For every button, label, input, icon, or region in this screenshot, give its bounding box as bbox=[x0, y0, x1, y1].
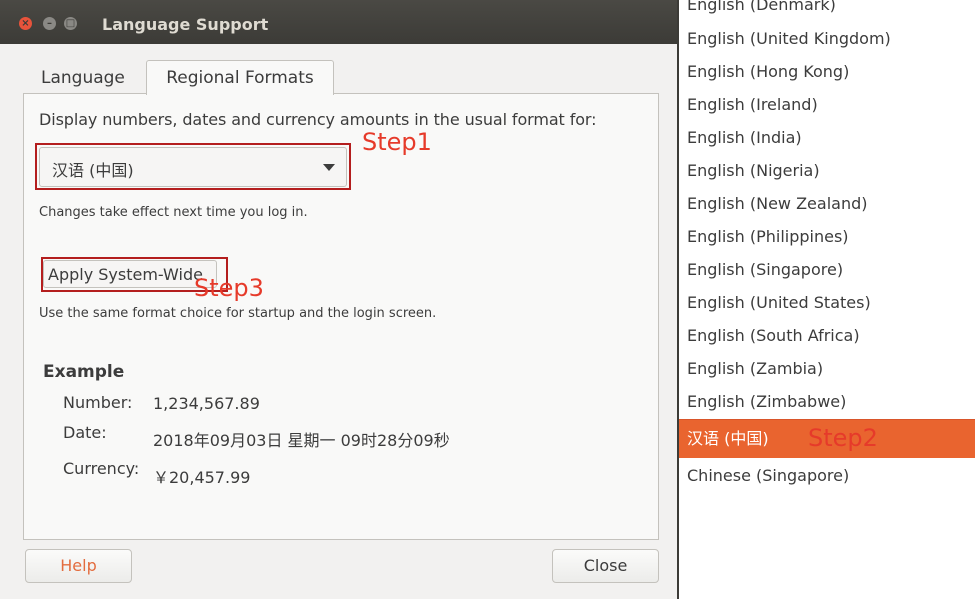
date-label: Date: bbox=[63, 423, 107, 442]
language-support-window: × – □ Language Support Language Regional… bbox=[0, 0, 677, 599]
date-value: 2018年09月03日 星期一 09时28分09秒 bbox=[153, 431, 450, 450]
list-item[interactable]: English (Singapore) bbox=[679, 253, 975, 286]
list-item[interactable]: English (Zambia) bbox=[679, 352, 975, 385]
step2-annotation: Step2 bbox=[808, 424, 878, 452]
selected-item-label: 汉语 (中国) bbox=[687, 429, 769, 448]
list-item[interactable]: English (Nigeria) bbox=[679, 154, 975, 187]
tab-regional-formats[interactable]: Regional Formats bbox=[146, 60, 334, 95]
title-bar: × – □ Language Support bbox=[0, 0, 677, 44]
list-item-selected[interactable]: 汉语 (中国) Step2 bbox=[679, 419, 975, 458]
tab-language[interactable]: Language bbox=[41, 68, 125, 88]
currency-value: ￥20,457.99 bbox=[153, 468, 251, 487]
list-item[interactable]: English (South Africa) bbox=[679, 319, 975, 352]
apply-note: Use the same format choice for startup a… bbox=[39, 306, 437, 321]
list-item[interactable]: English (United Kingdom) bbox=[679, 22, 975, 55]
format-description: Display numbers, dates and currency amou… bbox=[39, 110, 597, 129]
minimize-window-icon[interactable]: – bbox=[43, 17, 56, 30]
currency-label: Currency: bbox=[63, 459, 140, 478]
list-item[interactable]: English (Hong Kong) bbox=[679, 55, 975, 88]
list-item[interactable]: English (United States) bbox=[679, 286, 975, 319]
maximize-window-icon[interactable]: □ bbox=[64, 17, 77, 30]
list-item[interactable]: English (New Zealand) bbox=[679, 187, 975, 220]
step3-annotation: Step3 bbox=[194, 274, 264, 302]
step1-highlight-box bbox=[35, 143, 351, 190]
window-title: Language Support bbox=[102, 15, 269, 34]
list-item[interactable]: English (India) bbox=[679, 121, 975, 154]
help-button[interactable]: Help bbox=[25, 549, 132, 583]
number-label: Number: bbox=[63, 393, 133, 412]
list-item[interactable]: English (Ireland) bbox=[679, 88, 975, 121]
example-heading: Example bbox=[43, 362, 125, 382]
list-item[interactable]: Chinese (Singapore) bbox=[679, 459, 975, 492]
step1-annotation: Step1 bbox=[362, 128, 432, 156]
list-item[interactable]: English (Zimbabwe) bbox=[679, 385, 975, 418]
changes-note: Changes take effect next time you log in… bbox=[39, 205, 308, 220]
close-window-icon[interactable]: × bbox=[19, 17, 32, 30]
list-item[interactable]: English (Denmark) bbox=[679, 0, 975, 21]
locale-list[interactable]: English (Denmark) English (United Kingdo… bbox=[679, 0, 975, 599]
number-value: 1,234,567.89 bbox=[153, 394, 260, 413]
list-item[interactable]: English (Philippines) bbox=[679, 220, 975, 253]
close-button[interactable]: Close bbox=[552, 549, 659, 583]
